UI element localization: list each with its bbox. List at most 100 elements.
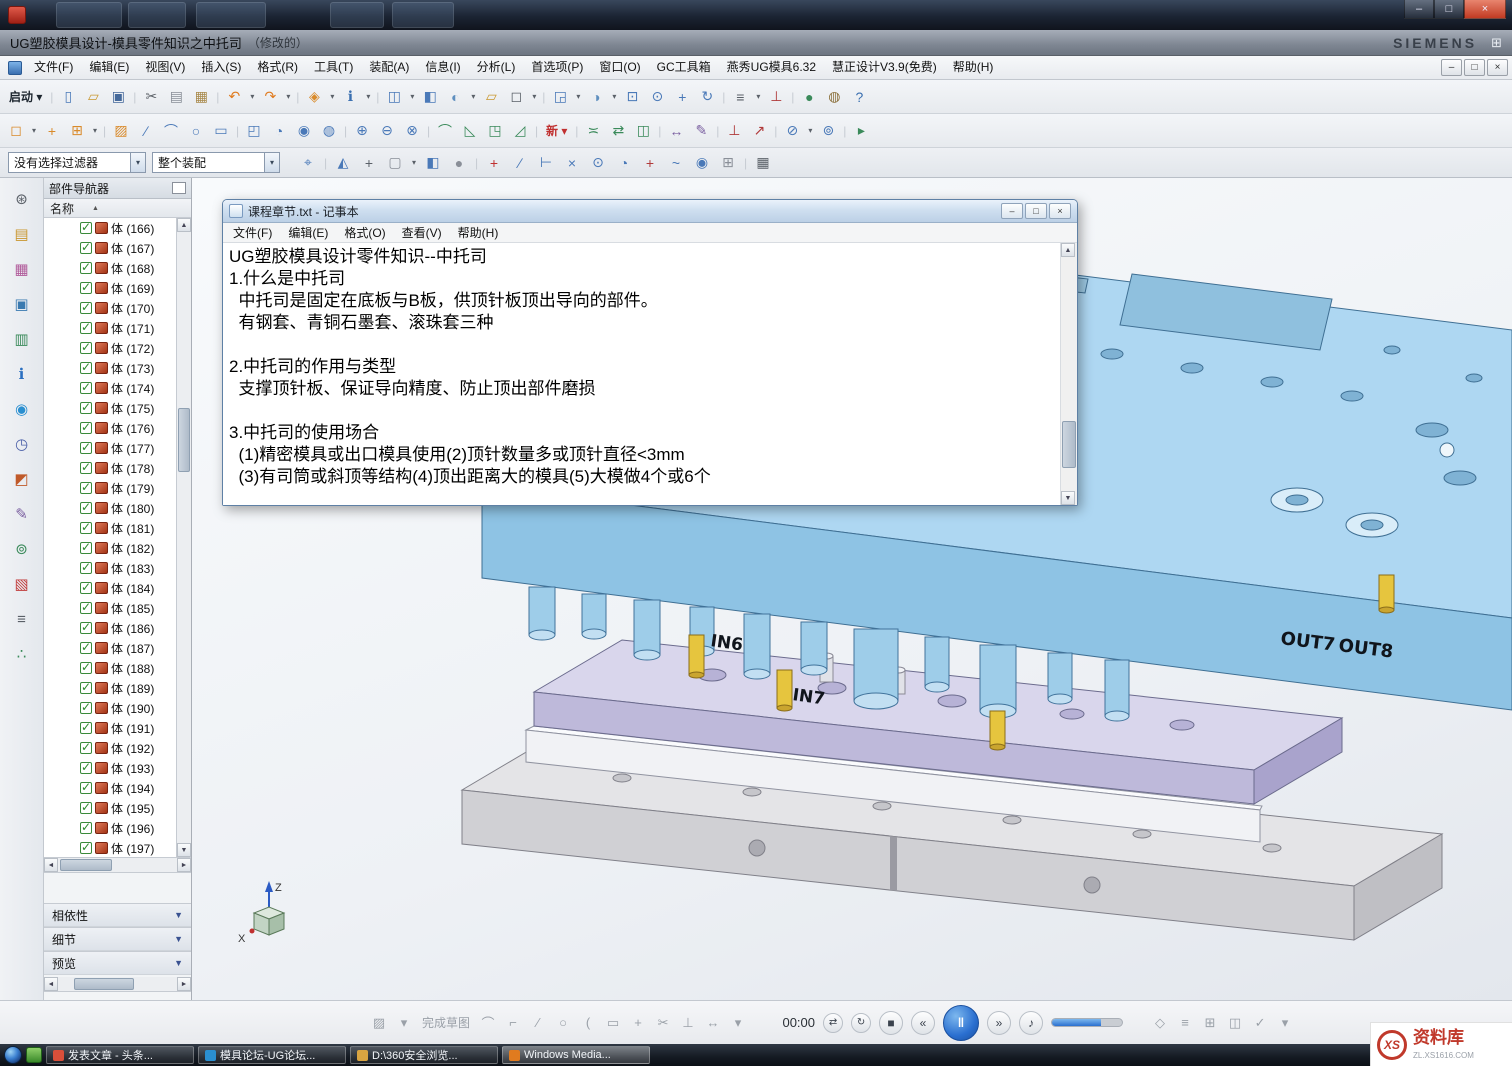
window-minimize-button[interactable]: –	[1404, 0, 1434, 19]
tree-row[interactable]: 体 (187)	[44, 638, 176, 658]
visibility-checkbox[interactable]	[80, 482, 92, 494]
tree-vertical-scrollbar[interactable]	[176, 218, 191, 857]
history-icon[interactable]: ◷	[9, 431, 35, 457]
visibility-checkbox[interactable]	[80, 382, 92, 394]
visibility-checkbox[interactable]	[80, 642, 92, 654]
notepad-menu-item[interactable]: 帮助(H)	[450, 224, 507, 241]
ok-icon[interactable]: ✓	[1249, 1012, 1271, 1034]
visibility-checkbox[interactable]	[80, 522, 92, 534]
tree-row[interactable]: 体 (178)	[44, 458, 176, 478]
constraint-icon[interactable]: ⊥	[677, 1012, 699, 1034]
tree-row[interactable]: 体 (168)	[44, 258, 176, 278]
visibility-checkbox[interactable]	[80, 662, 92, 674]
move-icon[interactable]: +	[357, 150, 381, 176]
scroll-down-arrow[interactable]	[1061, 491, 1075, 505]
arc-center-icon[interactable]: ⊙	[586, 150, 610, 176]
tree-row[interactable]: 体 (179)	[44, 478, 176, 498]
tree-row[interactable]: 体 (173)	[44, 358, 176, 378]
notepad-menu-item[interactable]: 编辑(E)	[280, 224, 336, 241]
navigator-section[interactable]: 相依性	[44, 903, 191, 927]
line-icon[interactable]: ∕	[527, 1012, 549, 1034]
assembly-scope-dropdown[interactable]: 整个装配	[152, 152, 280, 173]
tree-row[interactable]: 体 (195)	[44, 798, 176, 818]
volume-slider[interactable]	[1051, 1018, 1123, 1027]
toolbar-separator[interactable]: |	[342, 118, 349, 144]
part-navigator-icon[interactable]: ▣	[9, 291, 35, 317]
child-restore-button[interactable]: □	[1464, 59, 1485, 76]
wcs-icon[interactable]: ⊥	[764, 84, 788, 110]
repeat-button[interactable]: ↻	[851, 1013, 871, 1033]
tree-row[interactable]: 体 (174)	[44, 378, 176, 398]
chamfer-icon[interactable]: ◺	[458, 118, 482, 144]
visibility-checkbox[interactable]	[80, 402, 92, 414]
subtract-icon[interactable]: ⊖	[375, 118, 399, 144]
command-finder-icon[interactable]: ◈	[302, 84, 326, 110]
copy-icon[interactable]: ▤	[164, 84, 188, 110]
start-button[interactable]	[4, 1046, 22, 1064]
tree-row[interactable]: 体 (177)	[44, 438, 176, 458]
child-close-button[interactable]: ×	[1487, 59, 1508, 76]
draft-icon[interactable]: ◿	[508, 118, 532, 144]
dimension-icon[interactable]: ↔	[664, 118, 688, 144]
child-window-icon[interactable]	[8, 61, 22, 75]
scrollbar-thumb[interactable]	[1062, 421, 1076, 468]
layout-caret[interactable]: ▾	[529, 84, 539, 110]
sketch-caret[interactable]: ▾	[393, 1012, 415, 1034]
chevron-down-icon[interactable]	[264, 153, 279, 172]
pan-icon[interactable]: +	[670, 84, 694, 110]
previous-button[interactable]: «	[911, 1011, 935, 1035]
pinned-app-icon[interactable]	[26, 1047, 42, 1063]
tree-row[interactable]: 体 (170)	[44, 298, 176, 318]
sketch-in-task-icon[interactable]: ▨	[368, 1012, 390, 1034]
notepad-text-area[interactable]: UG塑胶模具设计零件知识--中托司1.什么是中托司 中托司是固定在底板与B板，供…	[223, 243, 1060, 505]
tree-row[interactable]: 体 (188)	[44, 658, 176, 678]
visibility-checkbox[interactable]	[80, 502, 92, 514]
pause-button[interactable]: ‖	[943, 1005, 979, 1041]
toolbar-separator[interactable]: |	[294, 84, 301, 110]
visibility-checkbox[interactable]	[80, 782, 92, 794]
new-window-icon[interactable]: ◻	[504, 84, 528, 110]
menu-item[interactable]: GC工具箱	[649, 56, 719, 79]
point-icon[interactable]: +	[40, 118, 64, 144]
command-caret[interactable]: ▾	[327, 84, 337, 110]
tree-row[interactable]: 体 (196)	[44, 818, 176, 838]
face-filter-icon[interactable]: ●	[447, 150, 471, 176]
zoom-icon[interactable]: ⊙	[645, 84, 669, 110]
volume-button[interactable]: ♪	[1019, 1011, 1043, 1035]
grid-snap-icon[interactable]: ⊞	[716, 150, 740, 176]
process-studio-icon[interactable]: ✎	[9, 501, 35, 527]
assembly-constraints-icon[interactable]: ≍	[581, 118, 605, 144]
visibility-checkbox[interactable]	[80, 322, 92, 334]
selection-filter-dropdown[interactable]: 没有选择过滤器	[8, 152, 146, 173]
rotate-view-icon[interactable]: ↻	[695, 84, 719, 110]
tree-row[interactable]: 体 (175)	[44, 398, 176, 418]
window-close-button[interactable]: ×	[1464, 0, 1506, 19]
tree-row[interactable]: 体 (181)	[44, 518, 176, 538]
redo-caret[interactable]: ▾	[283, 84, 293, 110]
web-browser-icon[interactable]: ◉	[9, 396, 35, 422]
visibility-checkbox[interactable]	[80, 802, 92, 814]
toolbar-separator[interactable]: |	[573, 118, 580, 144]
visibility-checkbox[interactable]	[80, 282, 92, 294]
undo-caret[interactable]: ▾	[247, 84, 257, 110]
toolbar-separator[interactable]: |	[533, 118, 540, 144]
visibility-checkbox[interactable]	[80, 442, 92, 454]
scrollbar-thumb[interactable]	[178, 408, 190, 472]
tree-row[interactable]: 体 (189)	[44, 678, 176, 698]
menu-item[interactable]: 装配(A)	[361, 56, 417, 79]
midpoint-icon[interactable]: ⊢	[534, 150, 558, 176]
menu-item[interactable]: 慧正设计V3.9(免费)	[824, 56, 945, 79]
menu-item[interactable]: 燕秀UG模具6.32	[719, 56, 824, 79]
navigator-section[interactable]: 细节	[44, 927, 191, 951]
cut-icon[interactable]: ✂	[139, 84, 163, 110]
toolbar-separator[interactable]: |	[473, 150, 480, 176]
mirror-curve-icon[interactable]: ◫	[1224, 1012, 1246, 1034]
datum-csys-icon[interactable]: ⊥	[722, 118, 746, 144]
general-caret[interactable]: ▾	[409, 150, 419, 176]
toolbar-separator[interactable]: |	[656, 118, 663, 144]
save-icon[interactable]: ▣	[106, 84, 130, 110]
toolbar-separator[interactable]: |	[425, 118, 432, 144]
tree-row[interactable]: 体 (193)	[44, 758, 176, 778]
visibility-checkbox[interactable]	[80, 762, 92, 774]
scroll-up-arrow[interactable]	[177, 218, 191, 232]
